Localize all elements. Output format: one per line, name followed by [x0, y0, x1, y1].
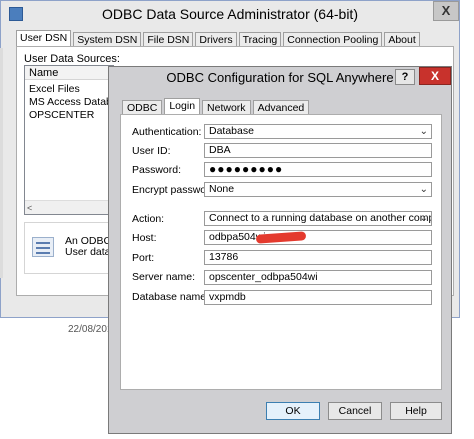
- background-date-text: 22/08/201: [68, 324, 113, 335]
- action-select[interactable]: Connect to a running database on another…: [204, 211, 432, 226]
- database-name-label: Database name:: [132, 291, 210, 303]
- tab-user-dsn[interactable]: User DSN: [16, 30, 72, 47]
- user-id-label: User ID:: [132, 145, 171, 157]
- tab-drivers[interactable]: Drivers: [195, 32, 237, 47]
- list-column-header-name[interactable]: Name: [25, 66, 113, 80]
- tab-connection-pooling[interactable]: Connection Pooling: [283, 32, 383, 47]
- action-label: Action:: [132, 213, 165, 225]
- tab-network[interactable]: Network: [202, 100, 251, 115]
- tab-system-dsn[interactable]: System DSN: [73, 32, 142, 47]
- tab-about[interactable]: About: [384, 32, 420, 47]
- encrypt-password-select[interactable]: None ⌄: [204, 182, 432, 197]
- user-id-input[interactable]: DBA: [204, 143, 432, 158]
- server-name-label: Server name:: [132, 271, 196, 283]
- admin-tab-strip: User DSN System DSN File DSN Drivers Tra…: [16, 30, 422, 47]
- port-input[interactable]: 13786: [204, 250, 432, 265]
- password-label: Password:: [132, 164, 182, 176]
- list-item-opscenter[interactable]: OPSCENTER: [29, 109, 94, 121]
- ok-button[interactable]: OK: [266, 402, 320, 420]
- tab-file-dsn[interactable]: File DSN: [143, 32, 194, 47]
- cancel-button[interactable]: Cancel: [328, 402, 382, 420]
- authentication-value: Database: [209, 125, 254, 137]
- list-horizontal-scrollbar[interactable]: <: [25, 200, 113, 214]
- authentication-label: Authentication:: [132, 126, 202, 138]
- password-input[interactable]: ●●●●●●●●●: [204, 162, 432, 177]
- list-item-excel-files[interactable]: Excel Files: [29, 83, 80, 95]
- help-button[interactable]: Help: [390, 402, 442, 420]
- chevron-down-icon: ⌄: [419, 213, 428, 224]
- admin-close-button[interactable]: X: [433, 1, 459, 21]
- host-input[interactable]: odbpa504wi: [204, 230, 432, 245]
- tab-login[interactable]: Login: [164, 98, 201, 115]
- tab-tracing[interactable]: Tracing: [238, 32, 282, 47]
- user-data-sources-label: User Data Sources:: [24, 53, 120, 65]
- database-icon: [32, 237, 54, 257]
- scroll-left-arrow-icon[interactable]: <: [27, 201, 32, 215]
- config-close-button[interactable]: X: [419, 67, 451, 85]
- encrypt-password-value: None: [209, 183, 235, 195]
- left-edge-divider: [0, 48, 3, 278]
- chevron-down-icon: ⌄: [419, 126, 428, 137]
- tab-advanced[interactable]: Advanced: [252, 100, 310, 115]
- config-tab-strip: ODBC Login Network Advanced: [122, 98, 311, 115]
- admin-window-title: ODBC Data Source Administrator (64-bit): [102, 6, 358, 22]
- chevron-down-icon: ⌄: [419, 184, 428, 195]
- action-value: Connect to a running database on another…: [209, 212, 432, 224]
- host-label: Host:: [132, 232, 157, 244]
- help-question-icon[interactable]: ?: [395, 69, 415, 85]
- server-name-input[interactable]: opscenter_odbpa504wi: [204, 270, 432, 285]
- authentication-select[interactable]: Database ⌄: [204, 124, 432, 139]
- database-name-input[interactable]: vxpmdb: [204, 290, 432, 305]
- port-label: Port:: [132, 252, 155, 264]
- tab-odbc[interactable]: ODBC: [122, 100, 163, 115]
